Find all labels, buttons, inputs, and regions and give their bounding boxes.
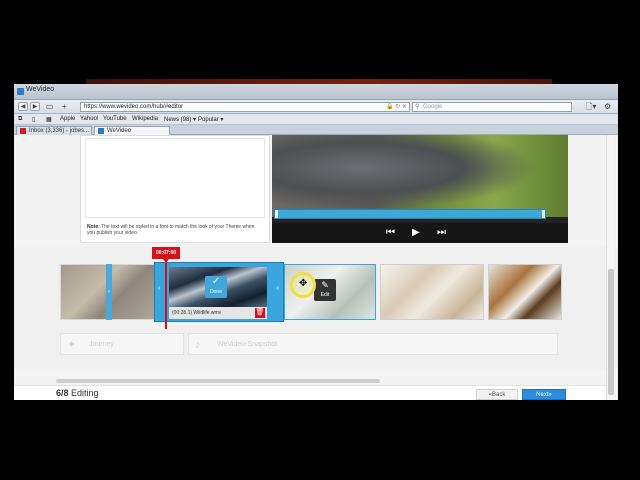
done-label: Done (210, 289, 222, 295)
bookmark-item[interactable]: Apple (60, 116, 75, 122)
reader-icon[interactable]: ▭ (46, 102, 54, 112)
move-cursor-icon: ✥ (299, 278, 308, 289)
bookmark-item[interactable]: YouTube (103, 116, 127, 122)
timeline: › ‹ (00:28.1) Wildlife.wmv ✓ Done 🗑 ‹ 00… (14, 247, 618, 369)
back-nav-icon[interactable]: ◀ (18, 102, 28, 111)
step-indicator: 6/8 Editing (56, 388, 99, 398)
scrollbar-thumb[interactable] (608, 269, 614, 395)
next-button[interactable]: Next» (522, 389, 566, 400)
tab-bar: Inbox (3,336) - jobes... WeVideo (14, 125, 618, 135)
clip-handle[interactable]: › (106, 264, 112, 320)
search-icon: ⚲ (415, 104, 420, 110)
reading-list-icon[interactable]: ▯ (32, 116, 35, 123)
play-icon[interactable]: ▶ (412, 227, 420, 239)
text-editor-field[interactable] (85, 138, 265, 218)
browser-toolbar: ◀ ▶ ▭ + https://www.wevideo.com/hub/#edi… (14, 100, 618, 114)
checkmark-icon: ✓ (211, 276, 221, 287)
music-track-item[interactable]: ♪ WeVideo-Snapshot (188, 333, 558, 355)
note-text: Note: The text will be styled in a font … (87, 224, 263, 236)
title-bar: WeVideo (14, 84, 618, 100)
done-button[interactable]: ✓ Done (205, 276, 227, 298)
tab-wevideo[interactable]: WeVideo (94, 126, 170, 135)
top-sites-icon[interactable]: ▦ (46, 116, 52, 123)
wizard-footer: 6/8 Editing «Back Next» (14, 385, 606, 400)
tab-inbox[interactable]: Inbox (3,336) - jobes... (16, 126, 92, 135)
step-count: 6/8 (56, 388, 69, 398)
skip-forward-icon[interactable]: ⏭ (437, 227, 446, 239)
trim-right-icon[interactable]: ‹ (277, 285, 279, 292)
note-body: The text will be styled in a font to mat… (87, 224, 255, 236)
tab-label: Inbox (3,336) - jobes... (29, 128, 90, 134)
player-controls: ⏮ ▶ ⏭ (272, 223, 568, 243)
settings-gear-icon[interactable]: ⚙ (604, 102, 611, 112)
address-bar[interactable]: https://www.wevideo.com/hub/#editor 🔒 ↻ … (80, 102, 410, 112)
trim-handle-right[interactable] (542, 210, 545, 218)
forward-nav-icon[interactable]: ▶ (30, 102, 40, 111)
back-button[interactable]: «Back (476, 389, 518, 400)
edit-button[interactable]: ✎ Edit (314, 279, 336, 301)
window-title: WeVideo (26, 86, 55, 93)
video-frame (272, 135, 568, 217)
music-icon: ♪ (195, 339, 201, 351)
step-label: Editing (71, 388, 99, 398)
bookmark-item[interactable]: Popular ▾ (198, 116, 223, 123)
bookmark-item[interactable]: Yahoo! (80, 116, 99, 122)
text-panel: Note: The text will be styled in a font … (80, 135, 270, 243)
bookmarks-bar: ⧉ ▯ ▦ Apple Yahoo! YouTube Wikipedia New… (14, 114, 618, 125)
sidebar-icon[interactable]: ⧉ (18, 116, 22, 123)
video-preview: ⏮ ▶ ⏭ (272, 135, 568, 243)
pencil-icon: ✎ (321, 280, 329, 290)
tab-label: WeVideo (107, 128, 132, 134)
playhead[interactable] (165, 263, 167, 329)
clip-trim-bar[interactable] (274, 209, 546, 219)
skip-back-icon[interactable]: ⏮ (386, 227, 395, 239)
effects-track: ✦ Journey ♪ WeVideo-Snapshot (60, 333, 558, 355)
url-icons[interactable]: 🔒 ↻ ✕ (386, 103, 407, 112)
search-input[interactable]: ⚲ Google (412, 102, 572, 112)
edit-label: Edit (320, 292, 330, 298)
add-bookmark-icon[interactable]: + (62, 102, 67, 112)
trim-handle-left[interactable] (275, 210, 278, 218)
bookmark-item[interactable]: Wikipedia (132, 116, 158, 122)
search-placeholder: Google (423, 104, 443, 110)
timeline-clip[interactable] (488, 264, 562, 320)
wand-icon: ✦ (67, 339, 77, 351)
playhead-timecode: 00:07:00 (152, 247, 180, 263)
timeline-clip[interactable] (380, 264, 484, 320)
page-content: Note: The text will be styled in a font … (14, 135, 618, 400)
mail-icon (20, 128, 26, 134)
vertical-scrollbar[interactable] (606, 135, 614, 400)
browser-window: WeVideo ◀ ▶ ▭ + https://www.wevideo.com/… (14, 84, 618, 400)
trim-left-icon[interactable]: ‹ (158, 285, 160, 292)
wevideo-icon (98, 128, 104, 134)
trash-icon[interactable]: 🗑 (255, 308, 265, 318)
horizontal-scrollbar[interactable] (56, 379, 380, 383)
clip-label: (00:28.1) Wildlife.wmv (169, 307, 267, 319)
app-icon (17, 88, 24, 95)
theme-label: Journey (89, 341, 114, 348)
screen: WeVideo ◀ ▶ ▭ + https://www.wevideo.com/… (0, 0, 640, 480)
theme-track-item[interactable]: ✦ Journey (60, 333, 184, 355)
music-label: WeVideo-Snapshot (217, 341, 278, 348)
bookmark-item[interactable]: News (98) ▾ (164, 116, 196, 123)
address-text: https://www.wevideo.com/hub/#editor (84, 104, 184, 110)
selected-clip[interactable]: ‹ (00:28.1) Wildlife.wmv ✓ Done 🗑 ‹ (154, 262, 284, 322)
page-menu-icon[interactable]: 🗋▾ (586, 102, 596, 112)
